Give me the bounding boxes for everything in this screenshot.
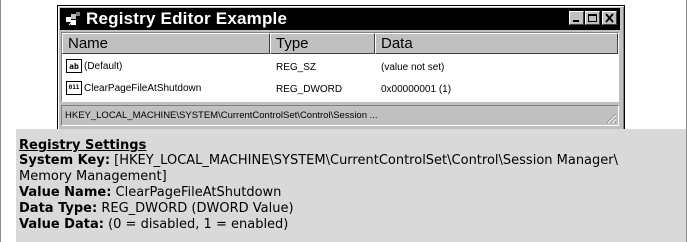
column-header-data[interactable]: Data bbox=[375, 33, 618, 54]
list-item[interactable]: ab (Default) REG_SZ (value not set) bbox=[62, 55, 618, 77]
data-type-label: Data Type: bbox=[19, 201, 98, 216]
system-key-continuation: Memory Management] bbox=[19, 169, 167, 184]
value-data: 0x00000001 (1) bbox=[381, 84, 452, 95]
value-data-line: Value Data: (0 = disabled, 1 = enabled) bbox=[19, 217, 288, 233]
registry-settings-panel: Registry Settings System Key: [HKEY_LOCA… bbox=[16, 129, 686, 242]
close-button[interactable] bbox=[602, 11, 617, 25]
window-controls bbox=[568, 11, 617, 25]
string-value-icon: ab bbox=[66, 59, 82, 73]
value-type: REG_SZ bbox=[276, 62, 317, 73]
column-header-type[interactable]: Type bbox=[270, 33, 375, 54]
title-bar[interactable]: Registry Editor Example bbox=[60, 8, 620, 30]
value-type: REG_DWORD bbox=[276, 84, 343, 95]
list-item[interactable]: 011 ClearPageFileAtShutdown REG_DWORD 0x… bbox=[62, 77, 618, 99]
status-path: HKEY_LOCAL_MACHINE\SYSTEM\CurrentControl… bbox=[65, 110, 378, 121]
maximize-button[interactable] bbox=[585, 11, 600, 25]
data-type-value: REG_DWORD (DWORD Value) bbox=[101, 201, 294, 216]
list-header: Name Type Data bbox=[62, 33, 618, 54]
value-data-value: (0 = disabled, 1 = enabled) bbox=[108, 217, 289, 232]
value-name: (Default) bbox=[84, 60, 123, 72]
settings-heading: Registry Settings bbox=[19, 138, 147, 153]
resize-grip-icon[interactable] bbox=[605, 112, 617, 124]
status-bar: HKEY_LOCAL_MACHINE\SYSTEM\CurrentControl… bbox=[61, 105, 619, 126]
data-type-line: Data Type: REG_DWORD (DWORD Value) bbox=[19, 201, 294, 217]
value-name-label: Value Name: bbox=[19, 185, 112, 200]
maximize-icon bbox=[588, 14, 597, 22]
value-name-line: Value Name: ClearPageFileAtShutdown bbox=[19, 185, 281, 201]
registry-editor-window: Registry Editor Example Name Type Data a… bbox=[57, 5, 625, 131]
close-icon bbox=[605, 13, 614, 23]
system-key-line: System Key: [HKEY_LOCAL_MACHINE\SYSTEM\C… bbox=[19, 153, 618, 169]
registry-editor-icon bbox=[64, 10, 82, 28]
value-data: (value not set) bbox=[381, 62, 445, 73]
system-key-label: System Key: bbox=[19, 153, 111, 168]
value-name-value: ClearPageFileAtShutdown bbox=[115, 185, 282, 200]
window-title: Registry Editor Example bbox=[86, 9, 288, 28]
value-name: ClearPageFileAtShutdown bbox=[84, 82, 202, 94]
column-header-name[interactable]: Name bbox=[62, 33, 270, 54]
minimize-button[interactable] bbox=[569, 11, 584, 25]
minimize-icon bbox=[573, 20, 579, 22]
binary-value-icon: 011 bbox=[66, 81, 82, 95]
values-list[interactable]: Name Type Data ab (Default) REG_SZ (valu… bbox=[61, 32, 619, 102]
page-border-left bbox=[0, 0, 1, 242]
system-key-value: [HKEY_LOCAL_MACHINE\SYSTEM\CurrentContro… bbox=[114, 153, 619, 168]
value-data-label: Value Data: bbox=[19, 217, 104, 232]
